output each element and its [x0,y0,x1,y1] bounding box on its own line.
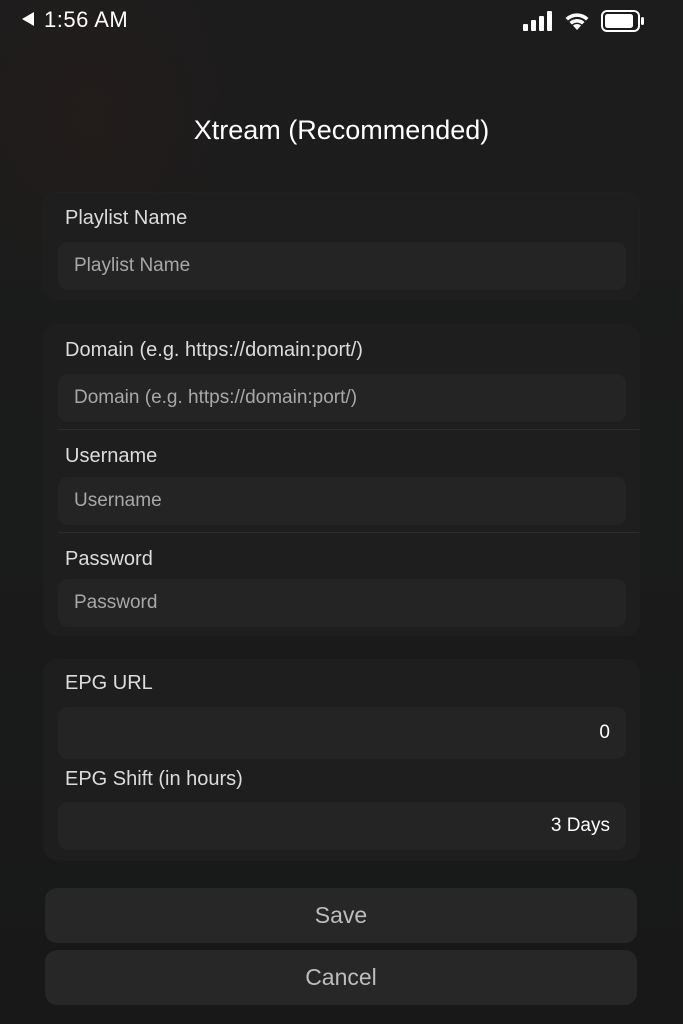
status-icons [523,10,645,32]
cancel-button[interactable]: Cancel [45,950,637,1005]
epg-url-input[interactable] [58,707,626,759]
playlist-name-card: Playlist Name [44,193,639,299]
divider [58,429,639,430]
username-label: Username [65,445,158,467]
epg-shift-input[interactable] [58,802,626,850]
status-time: 1:56 AM [44,7,129,32]
password-label: Password [65,548,153,570]
playlist-name-label: Playlist Name [65,207,188,229]
credentials-card: Domain (e.g. https://domain:port/) Usern… [44,325,639,635]
signal-icon [523,11,553,31]
epg-shift-label: EPG Shift (in hours) [65,768,243,790]
status-bar: 1:56 AM [0,0,683,44]
wifi-icon [563,11,591,31]
page-title: Xtream (Recommended) [193,115,490,145]
battery-icon [601,10,645,32]
password-input[interactable] [58,579,626,627]
domain-input[interactable] [58,374,626,422]
playlist-name-input[interactable] [58,242,626,290]
back-arrow-icon[interactable] [22,12,34,26]
save-button[interactable]: Save [45,888,637,943]
divider [58,532,639,533]
epg-card: EPG URL EPG Shift (in hours) [44,660,639,860]
domain-label: Domain (e.g. https://domain:port/) [65,339,363,361]
epg-url-label: EPG URL [65,672,153,694]
username-input[interactable] [58,477,626,525]
